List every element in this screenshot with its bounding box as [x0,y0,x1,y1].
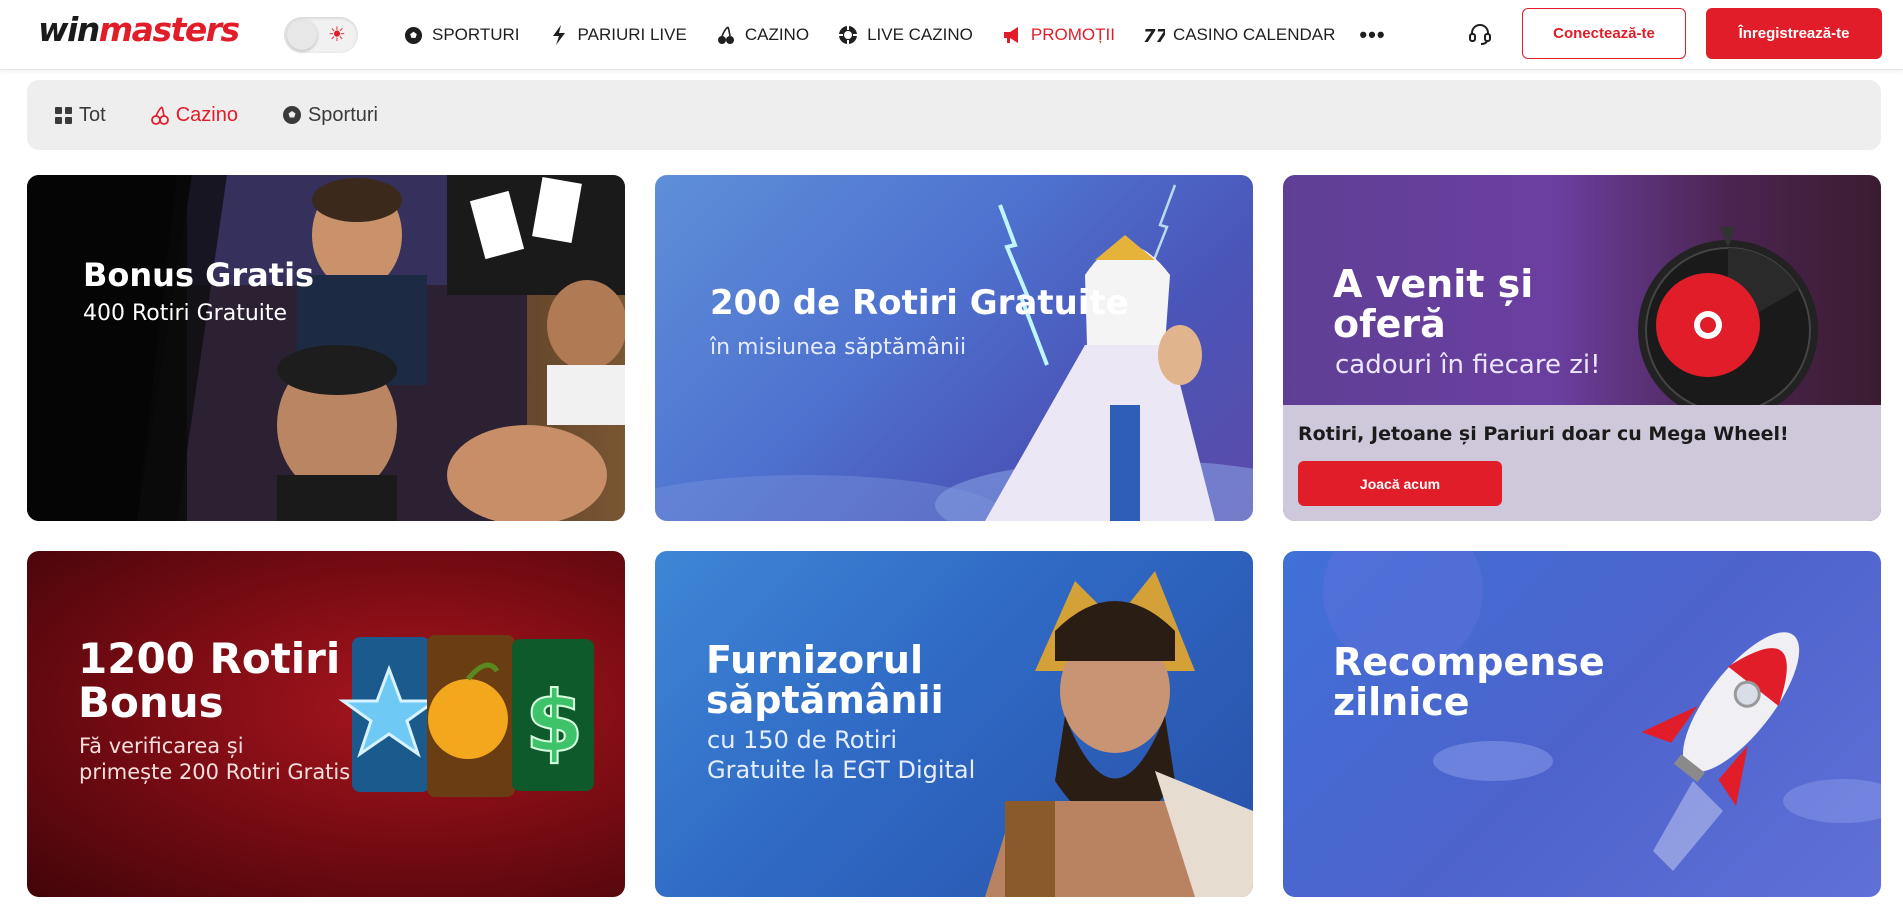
promo-filter-bar: Tot Cazino Sporturi [27,80,1881,150]
nav-casino-calendar[interactable]: 77 CASINO CALENDAR [1143,24,1335,46]
nav-sporturi[interactable]: SPORTURI [402,24,520,46]
filter-cazino[interactable]: Cazino [150,104,238,127]
promo-title: 1200 Rotiri Bonus [78,634,341,728]
casino-players-illustration [27,175,625,521]
nav-promotii[interactable]: PROMOȚII [1001,24,1115,46]
promo-subtitle: 400 Rotiri Gratuite [83,301,288,326]
more-menu-icon[interactable]: ••• [1359,22,1385,48]
play-now-button[interactable]: Joacă acum [1298,461,1502,506]
soccer-ball-icon [282,105,302,125]
nav-live-cazino[interactable]: LIVE CAZINO [837,24,973,46]
promo-title: 200 de Rotiri Gratuite [710,283,1129,323]
theme-toggle[interactable]: ☀ [284,17,358,53]
headset-support-icon[interactable] [1467,21,1493,47]
svg-text:$: $ [525,673,583,771]
promo-card-recompense-zilnice[interactable]: Recompense zilnice [1283,551,1881,897]
soccer-ball-icon [402,24,424,46]
grid-icon [53,105,73,125]
promo-title: Recompense zilnice [1333,640,1605,724]
casino-chip-icon [837,24,859,46]
promo-card-1200-rotiri[interactable]: $ 1200 Rotiri Bonus Fă verificarea și pr… [27,551,625,897]
toggle-knob [287,20,317,50]
filter-tot[interactable]: Tot [53,104,106,127]
promo-card-rotiri-misiune[interactable]: 200 de Rotiri Gratuite în misiunea săptă… [655,175,1253,521]
nav-pariuri-live[interactable]: PARIURI LIVE [548,24,687,46]
cherries-icon [715,24,737,46]
promo-subtitle: cu 150 de Rotiri Gratuite la EGT Digital [707,726,976,784]
svg-text:77: 77 [1143,26,1165,45]
promo-title: Bonus Gratis [83,256,315,294]
promo-title: Furnizorul săptămânii [706,638,944,722]
calendar-7-icon: 77 [1143,24,1165,46]
cherries-icon [150,105,170,125]
login-button[interactable]: Conectează-te [1522,8,1686,59]
promo-title: A venit și oferă [1333,262,1534,346]
lightning-icon [548,24,570,46]
rocket-illustration [1323,551,1881,871]
megaphone-icon [1001,24,1023,46]
site-header: winmasters ☀ SPORTURI PARIURI LIVE CAZIN… [0,0,1903,70]
promo-subtitle: Fă verificarea și primește 200 Rotiri Gr… [79,734,351,785]
promo-subtitle: cadouri în fiecare zi! [1335,350,1601,380]
sun-icon: ☀ [328,24,346,46]
warrior-illustration [985,571,1253,897]
promo-card-furnizorul-saptamanii[interactable]: Furnizorul săptămânii cu 150 de Rotiri G… [655,551,1253,897]
winmasters-logo[interactable]: winmasters [38,10,240,49]
promo-card-bonus-gratis[interactable]: Bonus Gratis 400 Rotiri Gratuite [27,175,625,521]
mega-wheel-text: Rotiri, Jetoane și Pariuri doar cu Mega … [1298,423,1789,445]
main-nav: SPORTURI PARIURI LIVE CAZINO LIVE CAZINO… [402,0,1386,70]
nav-cazino[interactable]: CAZINO [715,24,809,46]
register-button[interactable]: Înregistrează-te [1706,8,1882,59]
filter-sporturi[interactable]: Sporturi [282,104,378,127]
promo-subtitle: în misiunea săptămânii [710,335,967,360]
promo-card-mega-wheel[interactable]: A venit și oferă cadouri în fiecare zi! … [1283,175,1881,521]
